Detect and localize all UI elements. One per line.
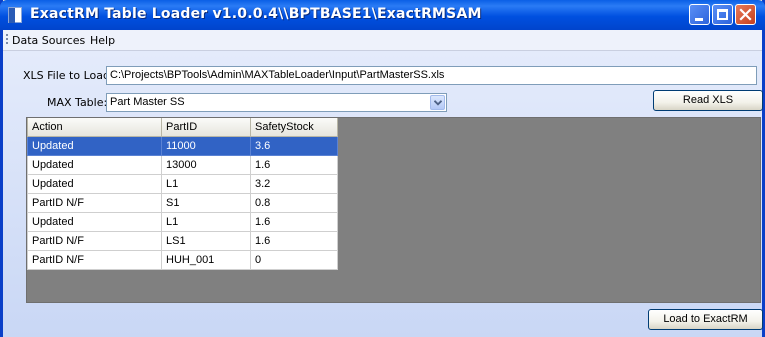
- xls-file-label: XLS File to Load:: [23, 69, 114, 82]
- cell-action[interactable]: Updated: [27, 174, 162, 194]
- column-header-partid[interactable]: PartID: [161, 118, 251, 137]
- cell-partid[interactable]: 11000: [161, 136, 251, 156]
- menu-bar: Data Sources Help: [3, 30, 762, 51]
- cell-safetystock[interactable]: 1.6: [250, 212, 338, 232]
- window-title: ExactRM Table Loader v1.0.0.4\\BPTBASE1\…: [30, 6, 482, 22]
- results-grid[interactable]: Action PartID SafetyStock Updated 11000 3.…: [26, 117, 761, 303]
- cell-safetystock[interactable]: 1.6: [250, 231, 338, 251]
- table-row[interactable]: PartID N/F S1 0.8: [27, 193, 338, 213]
- menu-help[interactable]: Help: [90, 34, 115, 47]
- xls-file-input[interactable]: C:\Projects\BPTools\Admin\MAXTableLoader…: [106, 66, 757, 85]
- cell-safetystock[interactable]: 0: [250, 250, 338, 270]
- cell-partid[interactable]: 13000: [161, 155, 251, 175]
- maximize-button[interactable]: [712, 4, 733, 25]
- cell-partid[interactable]: L1: [161, 212, 251, 232]
- close-icon: [739, 8, 752, 21]
- cell-action[interactable]: Updated: [27, 212, 162, 232]
- minimize-icon: [695, 18, 703, 21]
- cell-partid[interactable]: HUH_001: [161, 250, 251, 270]
- header-row: Action PartID SafetyStock: [27, 118, 338, 137]
- column-header-safetystock[interactable]: SafetyStock: [250, 118, 338, 137]
- cell-partid[interactable]: LS1: [161, 231, 251, 251]
- menu-grip-icon: [6, 34, 8, 46]
- app-window: ExactRM Table Loader v1.0.0.4\\BPTBASE1\…: [0, 0, 765, 337]
- cell-safetystock[interactable]: 0.8: [250, 193, 338, 213]
- cell-action[interactable]: Updated: [27, 136, 162, 156]
- cell-action[interactable]: PartID N/F: [27, 193, 162, 213]
- cell-safetystock[interactable]: 1.6: [250, 155, 338, 175]
- cell-safetystock[interactable]: 3.6: [250, 136, 338, 156]
- cell-partid[interactable]: S1: [161, 193, 251, 213]
- table-row[interactable]: Updated L1 1.6: [27, 212, 338, 232]
- max-table-label: MAX Table:: [47, 96, 108, 109]
- maximize-icon: [717, 9, 728, 20]
- main-panel: XLS File to Load: C:\Projects\BPTools\Ad…: [3, 51, 763, 337]
- cell-partid[interactable]: L1: [161, 174, 251, 194]
- results-table: Action PartID SafetyStock Updated 11000 3.…: [27, 118, 338, 270]
- cell-action[interactable]: PartID N/F: [27, 250, 162, 270]
- table-row[interactable]: PartID N/F HUH_001 0: [27, 250, 338, 270]
- table-row[interactable]: Updated 13000 1.6: [27, 155, 338, 175]
- cell-action[interactable]: PartID N/F: [27, 231, 162, 251]
- app-icon[interactable]: [8, 7, 22, 23]
- load-to-exactrm-button[interactable]: Load to ExactRM: [648, 309, 763, 330]
- table-row[interactable]: Updated 11000 3.6: [27, 136, 338, 156]
- table-row[interactable]: Updated L1 3.2: [27, 174, 338, 194]
- cell-safetystock[interactable]: 3.2: [250, 174, 338, 194]
- read-xls-button[interactable]: Read XLS: [653, 90, 763, 111]
- minimize-button[interactable]: [689, 4, 710, 25]
- close-button[interactable]: [735, 4, 756, 25]
- title-bar[interactable]: ExactRM Table Loader v1.0.0.4\\BPTBASE1\…: [0, 0, 765, 30]
- max-table-select[interactable]: Part Master SS: [106, 93, 447, 112]
- dropdown-button[interactable]: [430, 95, 445, 110]
- menu-data-sources[interactable]: Data Sources: [12, 34, 85, 47]
- column-header-action[interactable]: Action: [27, 118, 162, 137]
- cell-action[interactable]: Updated: [27, 155, 162, 175]
- max-table-value: Part Master SS: [110, 96, 185, 108]
- table-row[interactable]: PartID N/F LS1 1.6: [27, 231, 338, 251]
- chevron-down-icon: [434, 100, 442, 106]
